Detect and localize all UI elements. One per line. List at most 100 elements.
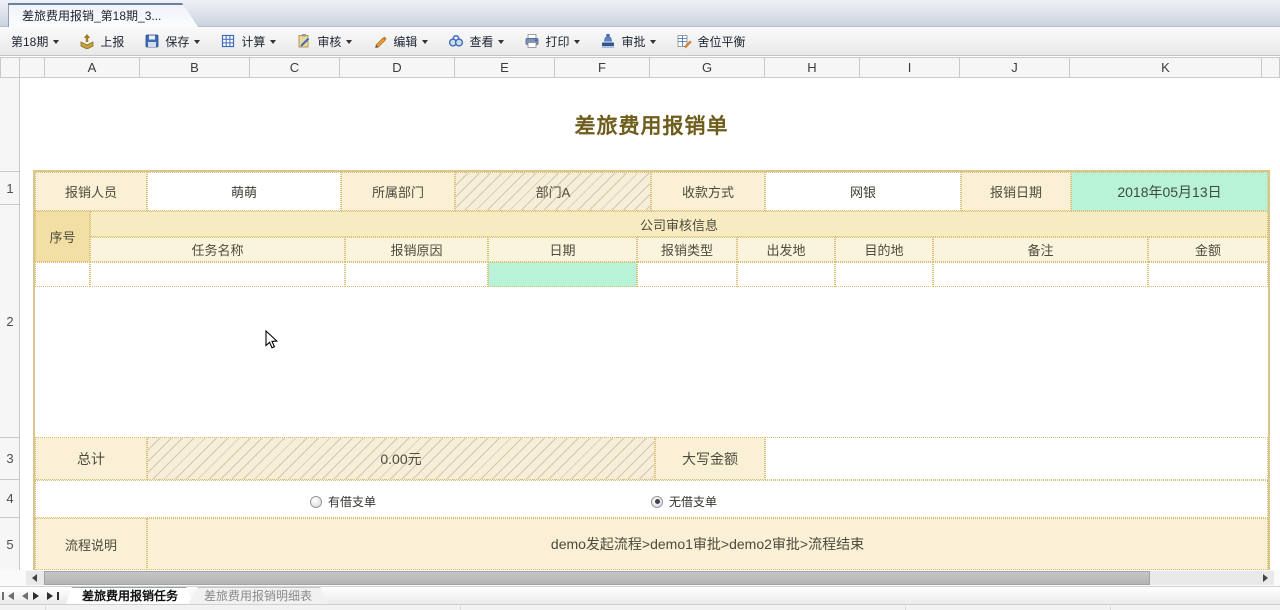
column-header-g[interactable]: G [650,57,765,78]
next-sheet-icon [33,592,43,600]
save-label: 保存 [165,33,189,50]
edit-icon [372,33,388,49]
scrollbar-thumb[interactable] [44,571,1150,585]
column-header-k[interactable]: K [1070,57,1262,78]
field-value-department[interactable]: 部门A [455,172,651,211]
submit-button[interactable]: 上报 [76,31,127,52]
audit-icon [296,33,312,49]
app-window: 差旅费用报销_第18期_3... 第18期 上报 保存 计算 审核 [0,0,1280,610]
view-button[interactable]: 查看 [445,31,507,52]
total-amount[interactable]: 0.00元 [147,437,655,480]
field-value-payment-method[interactable]: 网银 [765,172,961,211]
column-header-c[interactable]: C [250,57,340,78]
detail-cell-reason[interactable] [345,262,488,287]
status-bar [0,604,1280,610]
detail-header-remark: 备注 [933,237,1148,262]
upload-icon [79,33,95,49]
column-header-margin[interactable] [20,57,45,78]
detail-cell-seq[interactable] [35,262,90,287]
flow-text: demo发起流程>demo1审批>demo2审批>流程结束 [147,518,1268,570]
dropdown-caret [498,40,504,47]
column-header-b[interactable]: B [140,57,250,78]
column-header-e[interactable]: E [455,57,555,78]
scroll-left-button[interactable] [26,571,42,585]
row-header-4[interactable]: 4 [0,479,20,517]
column-header-a[interactable]: A [45,57,140,78]
dropdown-caret [574,40,580,47]
save-button[interactable]: 保存 [141,31,203,52]
row-header-2[interactable]: 2 [0,204,20,437]
first-sheet-icon [4,592,14,600]
detail-cell-date-selected[interactable] [488,262,637,287]
balance-icon [676,33,692,49]
detail-cell-task-name[interactable] [90,262,345,287]
dropdown-caret [346,40,352,47]
detail-cell-remark[interactable] [933,262,1148,287]
column-header-j[interactable]: J [960,57,1070,78]
detail-header-date: 日期 [488,237,637,262]
row-header-3[interactable]: 3 [0,437,20,479]
view-icon [448,33,464,49]
field-label-date: 报销日期 [961,172,1071,211]
row-header-1[interactable]: 1 [0,171,20,204]
status-separator [460,606,461,610]
dropdown-caret [53,40,59,47]
audit-button[interactable]: 审核 [293,31,355,52]
rounding-balance-label: 舍位平衡 [697,33,745,50]
column-header-d[interactable]: D [340,57,455,78]
detail-header-reason: 报销原因 [345,237,488,262]
prev-sheet-button[interactable] [15,588,30,604]
status-separator [905,606,906,610]
audit-label: 审核 [317,33,341,50]
detail-cell-type[interactable] [637,262,737,287]
first-sheet-button[interactable] [0,588,15,604]
radio-label-no-loan: 无借支单 [669,493,717,510]
rounding-balance-button[interactable]: 舍位平衡 [673,31,748,52]
field-value-date[interactable]: 2018年05月13日 [1071,172,1268,211]
document-tab-label: 差旅费用报销_第18期_3... [22,7,161,24]
detail-cell-origin[interactable] [737,262,835,287]
field-label-department: 所属部门 [341,172,455,211]
radio-option-has-loan[interactable]: 有借支单 [310,493,376,510]
approve-button[interactable]: 审批 [597,31,659,52]
column-header-partial[interactable] [1262,57,1280,78]
save-icon [144,33,160,49]
submit-label: 上报 [100,33,124,50]
print-icon [524,33,540,49]
flow-label: 流程说明 [35,518,147,570]
radio-option-no-loan[interactable]: 无借支单 [651,493,717,510]
column-header-i[interactable]: I [860,57,960,78]
detail-cell-destination[interactable] [835,262,933,287]
last-sheet-icon [47,592,57,600]
row-header-5[interactable]: 5 [0,517,20,570]
caps-amount-value[interactable] [765,437,1268,480]
detail-header-destination: 目的地 [835,237,933,262]
print-button[interactable]: 打印 [521,31,583,52]
period-label: 第18期 [11,33,48,50]
radio-unchecked-icon[interactable] [310,496,322,508]
sheet-tab-strip: 差旅费用报销任务 差旅费用报销明细表 [0,586,1280,604]
toolbar: 第18期 上报 保存 计算 审核 编辑 查看 [0,27,1280,56]
sheet-tab-detail[interactable]: 差旅费用报销明细表 [188,587,328,605]
column-header-f[interactable]: F [555,57,650,78]
document-tab[interactable]: 差旅费用报销_第18期_3... [8,3,198,27]
detail-header-seq: 序号 [35,211,90,262]
last-sheet-button[interactable] [45,588,60,604]
document-tab-bar: 差旅费用报销_第18期_3... [0,0,1280,27]
dropdown-caret [194,40,200,47]
edit-button[interactable]: 编辑 [369,31,431,52]
field-value-applicant[interactable]: 萌萌 [147,172,341,211]
sheet-tab-task[interactable]: 差旅费用报销任务 [66,587,194,605]
next-sheet-button[interactable] [30,588,45,604]
corner-select-all[interactable] [0,57,20,78]
view-label: 查看 [469,33,493,50]
scroll-right-button[interactable] [1258,571,1274,585]
radio-checked-icon[interactable] [651,496,663,508]
status-separator [1110,606,1111,610]
calculate-button[interactable]: 计算 [217,31,279,52]
period-button[interactable]: 第18期 [8,31,62,52]
detail-cell-amount[interactable] [1148,262,1268,287]
page-title: 差旅费用报销单 [35,112,1268,142]
approve-label: 审批 [621,33,645,50]
column-header-h[interactable]: H [765,57,860,78]
